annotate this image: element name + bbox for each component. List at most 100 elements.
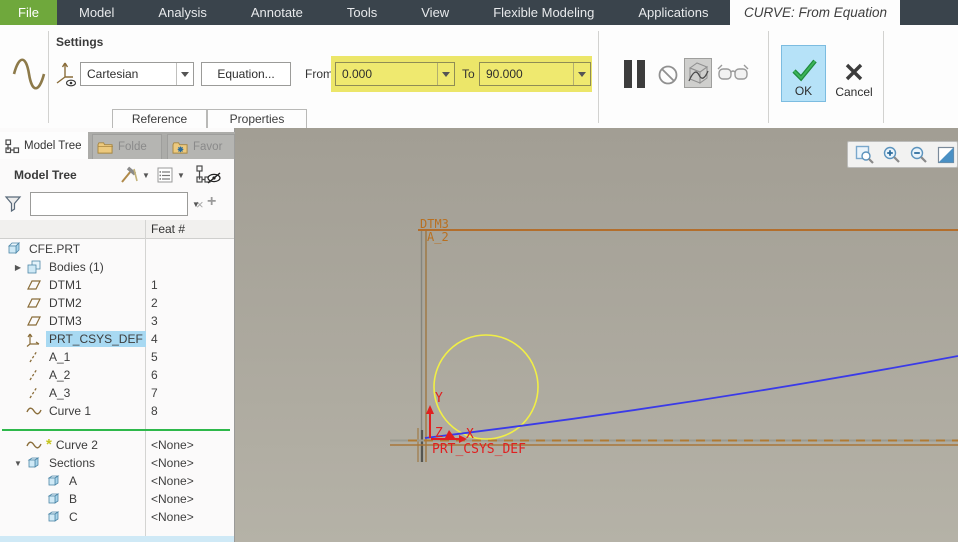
menu-tab-flexible-modeling[interactable]: Flexible Modeling [471,0,616,25]
menu-tab-analysis[interactable]: Analysis [136,0,228,25]
tree-item-label: DTM2 [46,295,85,311]
glasses-icon[interactable] [716,63,750,85]
tree-row[interactable]: Curve 1 8 [0,402,234,420]
pause-icon[interactable] [621,59,649,89]
tree-item-icon [26,259,42,275]
a2-axis-label: A_2 [427,230,449,244]
chevron-down-icon[interactable]: ▼ [142,171,150,180]
zoom-in-icon[interactable] [882,145,902,165]
tree-row[interactable]: CFE.PRT [0,240,234,258]
to-input[interactable]: 90.000 [479,62,591,86]
tree-row[interactable]: PRT_CSYS_DEF 4 [0,330,234,348]
tree-row[interactable]: A <None> [0,472,234,490]
sketch-circle[interactable] [434,335,538,439]
tree-tools-icon[interactable] [118,166,140,184]
panel-tab-strip: Folde Favor [88,132,235,159]
feat-number: <None> [151,474,194,488]
ok-check-icon [790,58,818,82]
feat-number: 4 [151,332,158,346]
add-filter-icon[interactable]: + [207,193,216,211]
forbid-icon[interactable] [657,64,679,86]
menu-tab-curve-from-equation[interactable]: CURVE: From Equation [730,0,900,25]
panel-header: Model Tree ▼ ▼ [0,161,235,188]
tree-row[interactable]: DTM3 3 [0,312,234,330]
from-input[interactable]: 0.000 [335,62,455,86]
expander-icon[interactable]: ▶ [10,263,26,272]
model-tree-icon [4,138,20,154]
tree-row[interactable]: A_3 7 [0,384,234,402]
panel-tab-favorites[interactable]: Favor [167,134,235,159]
tree-filters-icon[interactable] [156,166,174,184]
tree-item-icon [46,509,62,525]
chevron-down-icon[interactable]: ▼ [192,200,200,209]
filter-row: × ▼ + [0,190,235,218]
feat-number: 6 [151,368,158,382]
preview-toggle-button[interactable] [684,58,712,88]
tab-reference[interactable]: Reference [112,109,207,128]
tree-row[interactable]: DTM2 2 [0,294,234,312]
menu-tab-file[interactable]: File [0,0,57,25]
tree-item-icon [26,455,42,471]
insert-indicator-line[interactable] [0,420,234,436]
z-axis-label: Z [435,426,443,441]
chevron-down-icon[interactable]: ▼ [177,171,185,180]
menu-tab-tools[interactable]: Tools [325,0,399,25]
menu-tab-applications[interactable]: Applications [616,0,730,25]
sine-curve-tool-icon [12,53,46,95]
tree-row[interactable]: DTM1 1 [0,276,234,294]
equation-button[interactable]: Equation... [201,62,291,86]
ribbon-separator [883,31,884,123]
expander-icon[interactable]: ▼ [10,459,26,468]
tree-item-label: Bodies (1) [46,259,107,275]
equation-curve[interactable] [425,356,958,438]
chevron-down-icon[interactable] [176,63,193,85]
menu-tab-annotate[interactable]: Annotate [229,0,325,25]
box-curve-icon [685,59,711,87]
chevron-down-icon[interactable] [573,63,590,85]
chevron-down-icon[interactable] [437,63,454,85]
csys-visibility-icon[interactable] [55,61,79,89]
feat-number: 2 [151,296,158,310]
tree-row[interactable]: ▼ Sections <None> [0,454,234,472]
tree-item-icon [26,277,42,293]
graphics-viewport[interactable]: DTM3 A_2 Y Z X PRT_CSYS_DEF [235,128,958,542]
cancel-button[interactable]: Cancel [830,45,878,102]
tab-properties[interactable]: Properties [207,109,307,128]
refit-icon[interactable] [936,145,956,165]
coordinate-type-dropdown[interactable]: Cartesian [80,62,194,86]
tree-item-label: CFE.PRT [26,241,83,257]
tree-row[interactable]: ▶ Bodies (1) [0,258,234,276]
feat-number: <None> [151,438,194,452]
panel-bottom-scroll-strip[interactable] [0,536,234,542]
cancel-label: Cancel [835,85,872,99]
to-value: 90.000 [480,67,573,81]
tree-row[interactable]: C <None> [0,508,234,526]
zoom-out-icon[interactable] [909,145,929,165]
tree-row[interactable]: * Curve 2 <None> [0,436,234,454]
tree-row[interactable]: A_2 6 [0,366,234,384]
panel-tab-folder-browser[interactable]: Folde [92,134,162,159]
filter-input-wrap: × [30,192,188,216]
ok-label: OK [795,84,812,98]
coordinate-type-value: Cartesian [81,67,176,81]
filter-input[interactable] [31,197,191,211]
tree-item-icon [26,403,42,419]
tree-item-label: PRT_CSYS_DEF [46,331,146,347]
tree-display-toggle-icon[interactable] [196,165,222,185]
zoom-box-icon[interactable] [855,145,875,165]
y-axis-label: Y [435,391,443,406]
model-tree-panel: Model Tree Folde Favor Model Tree ▼ ▼ × … [0,128,235,542]
menu-tab-view[interactable]: View [399,0,471,25]
menu-tab-model[interactable]: Model [57,0,136,25]
tree-item-label: Sections [46,455,98,471]
ribbon-separator [768,31,769,123]
tree-row[interactable]: A_1 5 [0,348,234,366]
ok-button[interactable]: OK [781,45,826,102]
graphics-canvas[interactable]: DTM3 A_2 Y Z X PRT_CSYS_DEF [235,128,958,542]
new-feature-star-icon: * [46,440,52,450]
tree-item-icon [26,367,42,383]
model-tree-rows: CFE.PRT ▶ Bodies (1) DTM1 1 DTM2 2 DTM3 … [0,240,234,526]
panel-tab-model-tree[interactable]: Model Tree [0,132,88,159]
from-label: From [305,67,333,81]
tree-row[interactable]: B <None> [0,490,234,508]
